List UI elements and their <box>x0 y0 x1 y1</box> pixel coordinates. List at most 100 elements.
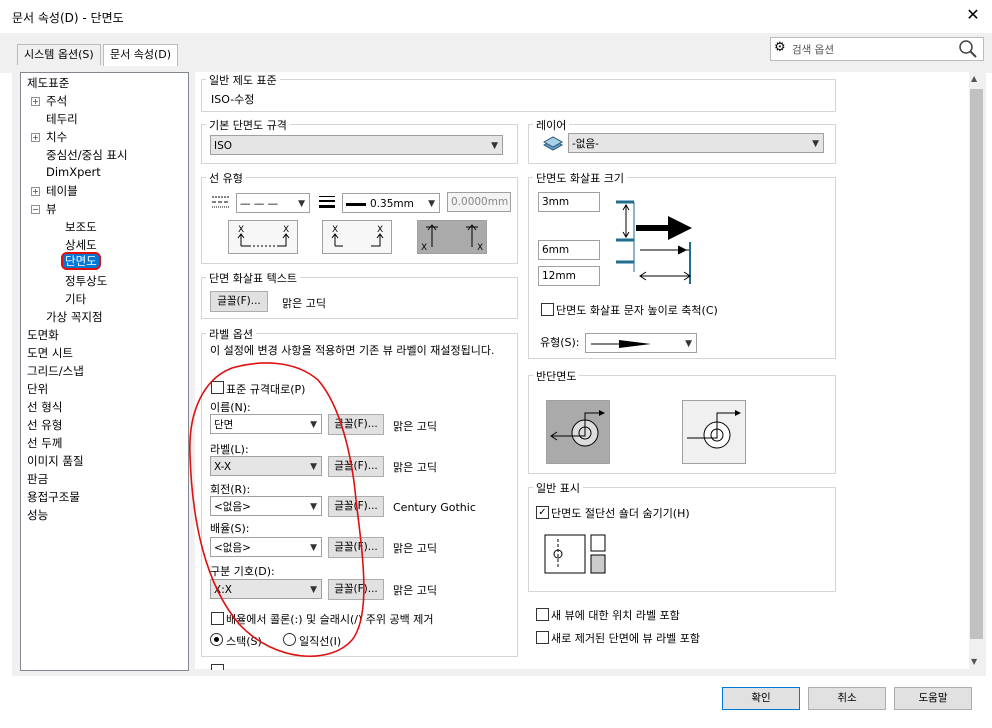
tree-item[interactable]: 용접구조물 <box>27 489 80 505</box>
tree-item-selected[interactable]: 단면도 <box>61 252 101 270</box>
line-style-select[interactable]: — — — ▼ <box>236 193 310 213</box>
line-style-value: — — — <box>240 198 279 210</box>
label-options-title: 라벨 옵션 <box>206 326 256 342</box>
tree-item[interactable]: 이미지 품질 <box>27 453 84 469</box>
label-options-note: 이 설정에 변경 사항을 적용하면 기존 뷰 라벨이 재설정됩니다. <box>210 344 495 357</box>
delimiter-select[interactable]: X:X ▼ <box>210 579 322 599</box>
tree-item[interactable]: 정투상도 <box>65 273 107 289</box>
cancel-button[interactable]: 취소 <box>808 687 886 710</box>
base-standard-select[interactable]: ISO ▼ <box>210 135 503 155</box>
tree-item[interactable]: DimXpert <box>46 165 101 179</box>
arrow-size-diagram <box>616 200 692 284</box>
arrow-style-button-2[interactable]: XX <box>322 220 392 254</box>
tree-item[interactable]: 보조도 <box>65 219 97 235</box>
line-weight-select[interactable]: 0.35mm ▼ <box>342 193 440 213</box>
removed-section-label-text: 새로 제거된 단면에 뷰 라벨 포함 <box>551 632 701 645</box>
tree-item[interactable]: 성능 <box>27 507 48 523</box>
inline-label: 일직선(I) <box>299 635 342 648</box>
chevron-down-icon: ▼ <box>310 585 317 595</box>
close-icon[interactable]: ✕ <box>962 4 984 26</box>
tree-item[interactable]: 주석 <box>46 93 67 109</box>
delimiter-font-button[interactable]: 글꼴(F)... <box>328 579 384 600</box>
tree-item[interactable]: 도면 시트 <box>27 345 73 361</box>
rotate-select[interactable]: <없음> ▼ <box>210 496 322 516</box>
half-section-option-2[interactable] <box>682 400 746 464</box>
tree-item[interactable]: 제도표준 <box>27 75 69 91</box>
arrow-style-button-3[interactable]: XX <box>417 220 487 254</box>
tree-item[interactable]: 중심선/중심 표시 <box>46 147 128 163</box>
standard-label-checkbox[interactable] <box>211 381 224 394</box>
tree-item[interactable]: 도면화 <box>27 327 59 343</box>
half-section-option-1[interactable] <box>546 400 610 464</box>
tree-item[interactable]: 선 형식 <box>27 399 62 415</box>
arrow-style-select[interactable]: ▼ <box>585 333 697 353</box>
chevron-down-icon: ▼ <box>310 462 317 472</box>
section-arrow-icon: XX <box>237 225 290 247</box>
expand-icon[interactable]: + <box>31 97 40 106</box>
option-tree[interactable]: 제도표준 + 주석 테두리 + 치수 중심선/중심 표시 DimXpert + … <box>20 72 189 671</box>
tree-item[interactable]: 가상 꼭지점 <box>46 309 103 325</box>
arrow-size-title: 단면도 화살표 크기 <box>533 170 627 186</box>
layer-title: 레이어 <box>533 117 570 133</box>
tree-item[interactable]: 뷰 <box>46 201 57 217</box>
removed-section-label-checkbox[interactable] <box>536 631 549 644</box>
ok-button[interactable]: 확인 <box>722 687 800 710</box>
arrow-size-input-3[interactable]: 12mm <box>538 266 600 286</box>
remove-colon-label: 배율에서 콜론(:) 및 슬래시(/) 주위 공백 제거 <box>226 613 434 626</box>
scrollbar-thumb[interactable] <box>970 89 983 639</box>
hide-shoulder-checkbox[interactable]: ✓ <box>536 506 549 519</box>
label-font-button[interactable]: 글꼴(F)... <box>328 456 384 477</box>
scale-label: 배율(S): <box>210 522 250 535</box>
tree-item-label[interactable]: 단면도 <box>61 252 101 270</box>
inline-radio[interactable] <box>283 633 296 646</box>
chevron-down-icon: ▼ <box>685 339 692 349</box>
tab-document-properties[interactable]: 문서 속성(D) <box>103 44 179 66</box>
clipped-checkbox[interactable] <box>211 664 224 670</box>
line-thickness-input[interactable]: 0.0000mm <box>447 192 511 212</box>
name-font-button[interactable]: 글꼴(F)... <box>328 414 384 435</box>
label-select[interactable]: X-X ▼ <box>210 456 322 476</box>
tree-item[interactable]: 단위 <box>27 381 48 397</box>
chevron-down-icon: ▼ <box>298 199 305 209</box>
tree-item[interactable]: 상세도 <box>65 237 97 253</box>
line-type-title: 선 유형 <box>206 170 246 186</box>
rotate-font-button[interactable]: 글꼴(F)... <box>328 496 384 517</box>
tree-item[interactable]: 선 두께 <box>27 435 62 451</box>
arrow-style-button-1[interactable]: XX <box>228 220 298 254</box>
scale-font-button[interactable]: 글꼴(F)... <box>328 537 384 558</box>
arrow-size-input-1[interactable]: 3mm <box>538 192 600 212</box>
scale-by-text-checkbox[interactable] <box>541 303 554 316</box>
expand-icon[interactable]: + <box>31 133 40 142</box>
tree-item[interactable]: 치수 <box>46 129 67 145</box>
title-bar <box>0 0 992 33</box>
search-icon[interactable] <box>959 40 977 58</box>
section-arrow-icon: XX <box>331 225 384 247</box>
arrow-size-input-2[interactable]: 6mm <box>538 240 600 260</box>
tree-item[interactable]: 선 유형 <box>27 417 62 433</box>
layer-select[interactable]: -없음- ▼ <box>568 133 824 153</box>
rotate-font-name: Century Gothic <box>393 501 476 514</box>
stack-radio[interactable] <box>210 633 223 646</box>
expand-icon[interactable]: + <box>31 187 40 196</box>
rotate-value: <없음> <box>214 501 251 513</box>
collapse-icon[interactable]: − <box>31 205 40 214</box>
tree-item[interactable]: 테두리 <box>46 111 78 127</box>
tree-item[interactable]: 판금 <box>27 471 48 487</box>
position-label-checkbox[interactable] <box>536 608 549 621</box>
tree-item[interactable]: 그리드/스냅 <box>27 363 84 379</box>
tree-item[interactable]: 기타 <box>65 291 86 307</box>
arrow-text-font-button[interactable]: 글꼴(F)... <box>210 291 268 312</box>
name-select[interactable]: 단면 ▼ <box>210 414 322 434</box>
weight-swatch <box>346 202 366 206</box>
search-box[interactable]: ⚙ 검색 옵션 <box>770 37 984 61</box>
delimiter-value: X:X <box>214 584 232 596</box>
name-label: 이름(N): <box>210 401 251 414</box>
scroll-up-icon[interactable]: ▲ <box>971 74 977 83</box>
tab-system-options[interactable]: 시스템 옵션(S) <box>17 44 101 65</box>
tree-item[interactable]: 테이블 <box>46 183 78 199</box>
scroll-down-icon[interactable]: ▼ <box>971 657 977 666</box>
remove-colon-checkbox[interactable] <box>211 612 224 625</box>
scale-select[interactable]: <없음> ▼ <box>210 537 322 557</box>
help-button[interactable]: 도움말 <box>894 687 972 710</box>
chevron-down-icon: ▼ <box>310 502 317 512</box>
